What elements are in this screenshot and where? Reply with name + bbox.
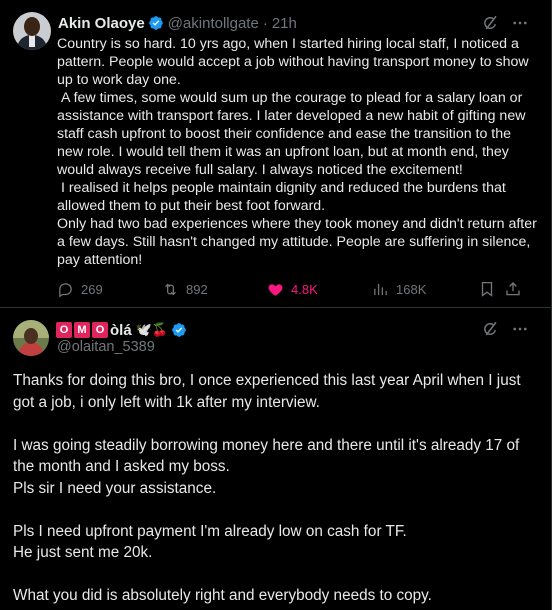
grok-icon[interactable] [481, 320, 499, 338]
separator: · [262, 14, 268, 32]
heart-icon [268, 283, 283, 296]
like-count: 4.8K [291, 281, 318, 297]
repost-button[interactable]: 892 [162, 280, 208, 298]
bookmark-icon[interactable] [478, 280, 496, 298]
more-icon[interactable] [511, 320, 529, 338]
tweet-paragraph [13, 413, 538, 435]
views-icon [374, 283, 387, 295]
name-badge: O [92, 322, 108, 338]
tweet-main[interactable]: Akin Olaoye @akintollgate · 21h Country … [0, 0, 551, 308]
verified-badge-icon [148, 16, 163, 30]
name-badge: M [74, 322, 90, 338]
tweet-text: Country is so hard. 10 yrs ago, when I s… [57, 35, 537, 269]
timeline-frame: Akin Olaoye @akintollgate · 21h Country … [0, 0, 552, 610]
tweet-paragraph: Only had two bad experiences where they … [57, 216, 541, 268]
name-suffix: òlá [110, 321, 132, 339]
views-button[interactable]: 168K [372, 280, 426, 298]
tweet-paragraph [13, 564, 538, 586]
name-emojis: 🕊️🍒 [135, 322, 169, 337]
author-handle[interactable]: @akintollgate [168, 15, 259, 32]
tweet-paragraph: Pls I need upfront payment I'm already l… [13, 522, 407, 540]
tweet-text: Thanks for doing this bro, I once experi… [13, 370, 538, 607]
avatar[interactable] [13, 12, 51, 50]
author-name[interactable]: Akin Olaoye [58, 15, 145, 32]
tweet-paragraph: He just sent me 20k. [13, 544, 153, 561]
tweet-actions: 269 892 4.8K 168K [57, 280, 527, 300]
tweet-paragraph: Thanks for doing this bro, I once experi… [13, 372, 525, 411]
tweet-top-actions [481, 320, 529, 338]
tweet-paragraph: I realised it helps people maintain dign… [57, 180, 510, 214]
tweet-top-actions [481, 14, 529, 32]
avatar[interactable] [13, 320, 49, 356]
repost-count: 892 [186, 281, 208, 297]
tweet-paragraph: Country is so hard. 10 yrs ago, when I s… [57, 36, 533, 88]
tweet-paragraph: I was going steadily borrowing money her… [13, 436, 524, 476]
like-button[interactable]: 4.8K [267, 280, 318, 298]
reply-count: 269 [81, 281, 103, 297]
tweet-paragraph [13, 499, 538, 521]
name-badge: O [56, 322, 72, 338]
tweet-header: O M O òlá 🕊️🍒 [56, 320, 187, 340]
views-count: 168K [396, 281, 427, 297]
more-icon[interactable] [511, 14, 529, 32]
tweet-paragraph: Pls sir I need your assistance. [13, 479, 217, 497]
tweet-header: Akin Olaoye @akintollgate · 21h [58, 13, 297, 33]
share-icon[interactable] [504, 280, 522, 298]
repost-icon [165, 283, 176, 295]
tweet-reply[interactable]: O M O òlá 🕊️🍒 @olaitan_5389 Thanks for d… [0, 308, 551, 610]
timestamp[interactable]: 21h [272, 15, 297, 32]
verified-badge-icon [172, 323, 186, 337]
tweet-paragraph: A few times, some would sum up the coura… [57, 90, 530, 178]
author-name[interactable]: O M O òlá 🕊️🍒 [56, 322, 168, 339]
reply-icon [59, 282, 72, 297]
author-handle[interactable]: @olaitan_5389 [57, 339, 155, 355]
reply-button[interactable]: 269 [57, 280, 103, 298]
tweet-paragraph: What you did is absolutely right and eve… [13, 587, 432, 604]
grok-icon[interactable] [481, 14, 499, 32]
